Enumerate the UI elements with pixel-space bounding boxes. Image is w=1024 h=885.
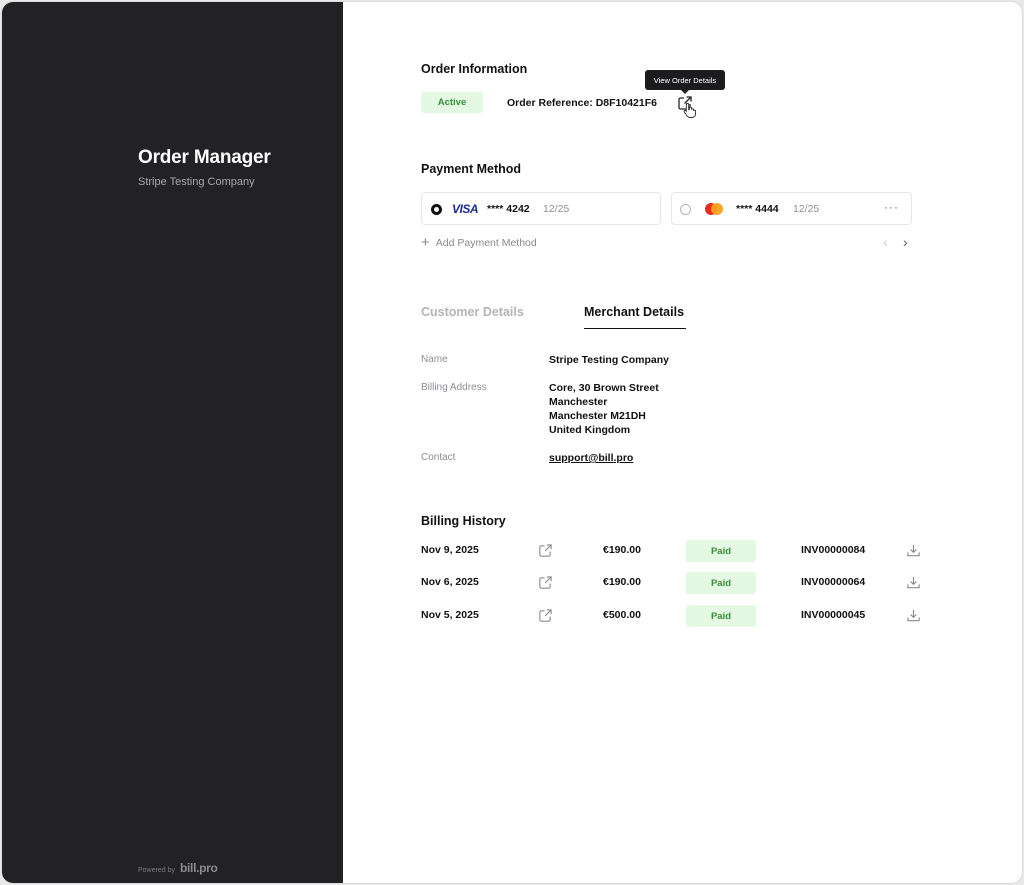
chevron-right-icon[interactable]: › [903,234,908,250]
view-order-tooltip: View Order Details [645,70,725,94]
status-badge: Active [421,92,483,113]
add-payment-method-label: Add Payment Method [435,236,537,249]
card-number: **** 4444 [736,203,779,215]
company-name: Stripe Testing Company [138,176,255,188]
powered-by: Powered by bill.pro [138,861,218,875]
card-radio-unselected[interactable] [680,204,691,215]
invoice-date: Nov 5, 2025 [421,609,479,621]
billing-history-heading: Billing History [421,514,506,528]
invoice-amount: €190.00 [603,544,641,556]
status-badge: Paid [686,572,756,594]
tab-merchant-details[interactable]: Merchant Details [584,305,684,319]
mastercard-icon [705,203,723,215]
download-icon[interactable] [906,575,921,590]
app-title: Order Manager [138,147,271,168]
hand-cursor-icon [683,102,697,118]
external-link-icon[interactable] [538,575,553,590]
download-icon[interactable] [906,543,921,558]
card-number: **** 4242 [487,203,530,215]
bill-pro-logo[interactable]: bill.pro [180,861,218,875]
contact-email-link[interactable]: support@bill.pro [549,451,633,465]
more-options-icon[interactable]: ··· [884,200,899,214]
visa-icon: VISA [452,202,479,216]
payment-card-mastercard[interactable]: **** 4444 12/25 ··· [671,192,912,225]
invoice-number: INV00000084 [801,544,866,556]
order-info-heading: Order Information [421,62,528,76]
card-expiry: 12/25 [793,203,820,215]
plus-icon: + [421,234,430,251]
invoice-amount: €190.00 [603,576,641,588]
sidebar: Order Manager Stripe Testing Company Pow… [2,2,343,883]
name-label: Name [421,354,448,365]
invoice-number: INV00000064 [801,576,866,588]
card-expiry: 12/25 [543,203,570,215]
status-badge: Paid [686,605,756,627]
status-badge: Paid [686,540,756,562]
app-window: Order Manager Stripe Testing Company Pow… [1,1,1023,884]
card-radio-selected[interactable] [431,204,442,215]
billing-address-line-2: Manchester [549,396,608,408]
powered-by-label: Powered by [138,867,175,874]
invoice-date: Nov 9, 2025 [421,544,479,556]
external-link-icon[interactable] [538,543,553,558]
billing-address-line-1: Core, 30 Brown Street [549,382,659,394]
add-payment-method-button[interactable]: + Add Payment Method [421,235,537,250]
billing-address-line-3: Manchester M21DH [549,410,646,422]
table-row: Nov 5, 2025 €500.00 Paid INV00000045 [421,605,931,627]
billing-address-line-4: United Kingdom [549,424,631,436]
payment-card-visa[interactable]: VISA **** 4242 12/25 [421,192,661,225]
billing-address-label: Billing Address [421,382,487,393]
order-reference: Order Reference: D8F10421F6 [507,97,657,109]
table-row: Nov 9, 2025 €190.00 Paid INV00000084 [421,540,931,562]
invoice-date: Nov 6, 2025 [421,576,479,588]
merchant-name: Stripe Testing Company [549,354,669,366]
main-content: Order Information Active Order Reference… [343,2,1022,883]
payment-method-heading: Payment Method [421,162,522,176]
invoice-number: INV00000045 [801,609,866,621]
tab-customer-details[interactable]: Customer Details [421,305,524,319]
table-row: Nov 6, 2025 €190.00 Paid INV00000064 [421,572,931,594]
external-link-icon[interactable] [538,608,553,623]
chevron-left-icon[interactable]: ‹ [883,234,888,250]
download-icon[interactable] [906,608,921,623]
active-tab-indicator [584,328,686,329]
contact-label: Contact [421,452,456,463]
invoice-amount: €500.00 [603,609,641,621]
